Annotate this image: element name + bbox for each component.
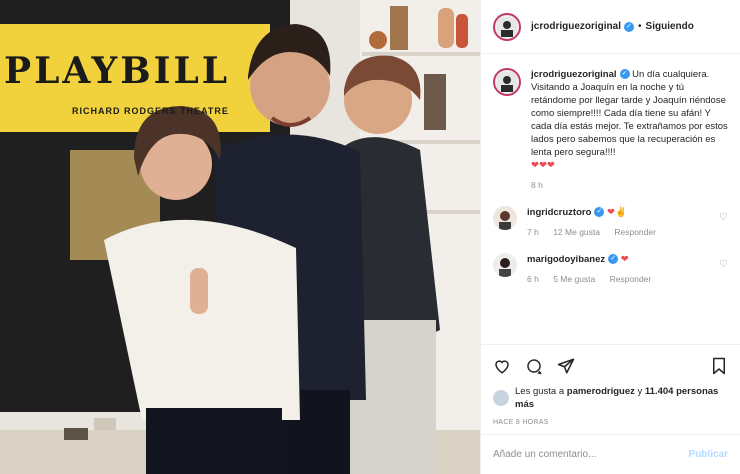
- add-comment-bar: Publicar: [481, 434, 740, 474]
- post-time-ago[interactable]: HACE 8 HORAS: [493, 419, 728, 426]
- comment-body: ❤: [620, 254, 629, 265]
- verified-badge-icon: ✓: [624, 21, 635, 32]
- comment-avatar[interactable]: [493, 206, 517, 230]
- liker-username[interactable]: pamerodriguez: [567, 386, 635, 397]
- comments-list[interactable]: jcrodriguezoriginal ✓ Un día cualquiera. …: [481, 54, 740, 344]
- comment-meta: 6 h 5 Me gusta Responder: [527, 274, 713, 284]
- comment-input[interactable]: [493, 449, 689, 460]
- caption-row: jcrodriguezoriginal ✓ Un día cualquiera. …: [493, 68, 728, 190]
- post-side-panel: jcrodriguezoriginal ✓ • Siguiendo jcrodr…: [480, 0, 740, 474]
- heart-icon[interactable]: [493, 357, 511, 375]
- comment-like-count[interactable]: 12 Me gusta: [553, 227, 600, 237]
- comment-row: ingridcruztoro ✓ ❤✌ 7 h 12 Me gusta Respo…: [493, 206, 728, 237]
- comment-meta: 7 h 12 Me gusta Responder: [527, 227, 713, 237]
- comment-time[interactable]: 7 h: [527, 227, 539, 237]
- comment-username[interactable]: marigodoyibanez: [527, 254, 605, 265]
- comment-reply-button[interactable]: Responder: [614, 227, 656, 237]
- comment-body: ❤✌: [607, 207, 627, 218]
- comment-text: marigodoyibanez ✓ ❤: [527, 253, 713, 266]
- comment-reply-button[interactable]: Responder: [610, 274, 652, 284]
- verified-badge-icon: ✓: [594, 207, 605, 218]
- comment-row: marigodoyibanez ✓ ❤ 6 h 5 Me gusta Respon…: [493, 253, 728, 284]
- verified-badge-icon: ✓: [608, 254, 619, 265]
- paper-plane-icon[interactable]: [557, 357, 575, 375]
- caption-text: Un día cualquiera. Visitando a Joaquín e…: [531, 69, 728, 158]
- likes-summary: Les gusta a pamerodriguez y 11.404 perso…: [493, 385, 728, 411]
- post-photo[interactable]: PLAYBILL RICHARD RODGERS THEATRE: [0, 0, 480, 474]
- caption-hearts: ❤❤❤: [531, 160, 555, 171]
- post-header: jcrodriguezoriginal ✓ • Siguiendo: [481, 0, 740, 54]
- liker-avatar[interactable]: [493, 390, 509, 406]
- comment-like-count[interactable]: 5 Me gusta: [553, 274, 595, 284]
- author-avatar[interactable]: [493, 12, 521, 41]
- separator-dot: •: [638, 21, 642, 32]
- follow-status-button[interactable]: Siguiendo: [646, 21, 694, 32]
- comment-text: ingridcruztoro ✓ ❤✌: [527, 206, 713, 219]
- likes-mid: y: [634, 386, 645, 397]
- post-actions: Les gusta a pamerodriguez y 11.404 perso…: [481, 344, 740, 434]
- avatar-portrait-icon: [497, 72, 517, 92]
- likes-prefix: Les gusta a: [515, 386, 567, 397]
- comment-bubble-icon[interactable]: [525, 357, 543, 375]
- poster-title: PLAYBILL: [4, 50, 231, 92]
- comment-like-icon[interactable]: ♡: [719, 259, 728, 270]
- verified-badge-icon: ✓: [619, 69, 630, 80]
- action-icons: [493, 353, 728, 379]
- comment-like-icon[interactable]: ♡: [719, 212, 728, 223]
- avatar-portrait-icon: [493, 206, 517, 230]
- comment-avatar[interactable]: [493, 253, 517, 277]
- caption-time[interactable]: 8 h: [531, 180, 543, 190]
- poster-subtitle: RICHARD RODGERS THEATRE: [72, 106, 229, 116]
- comment-time[interactable]: 6 h: [527, 274, 539, 284]
- author-username[interactable]: jcrodriguezoriginal: [531, 21, 621, 32]
- post-caption: jcrodriguezoriginal ✓ Un día cualquiera. …: [531, 68, 728, 172]
- avatar-portrait-icon: [497, 16, 517, 37]
- caption-meta: 8 h: [531, 180, 728, 190]
- bookmark-icon[interactable]: [710, 357, 728, 375]
- caption-username[interactable]: jcrodriguezoriginal: [531, 69, 617, 80]
- comment-username[interactable]: ingridcruztoro: [527, 207, 591, 218]
- avatar-portrait-icon: [493, 253, 517, 277]
- publish-button[interactable]: Publicar: [689, 449, 728, 460]
- caption-avatar[interactable]: [493, 68, 521, 96]
